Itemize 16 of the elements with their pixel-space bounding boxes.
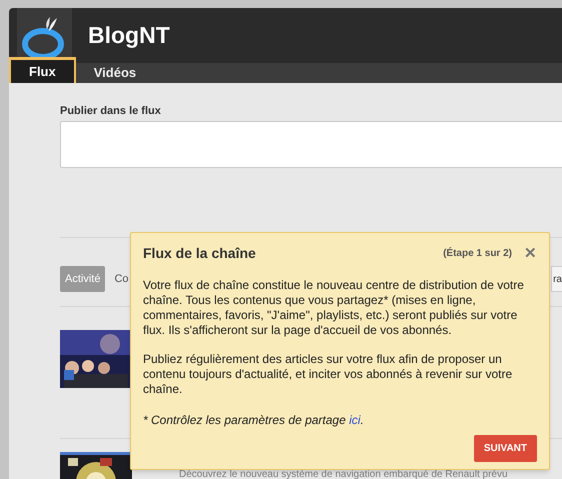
channel-name: BlogNT	[88, 21, 170, 50]
step-indicator: (Étape 1 sur 2)	[443, 246, 512, 261]
settings-link[interactable]: ici	[349, 413, 360, 427]
tab[interactable]: Vidéos	[76, 63, 154, 82]
popup-paragraph: Publiez régulièrement des articles sur votre flux afin de proposer un contenu toujours d'actualité, et inciter vos abonnés à revenir sur votre chaîne.	[143, 352, 514, 397]
sharing-note: * Contrôlez les paramètres de partage ici.	[143, 412, 365, 429]
next-button[interactable]: SUIVANT	[474, 435, 537, 462]
publish-field[interactable]	[60, 121, 562, 168]
popup-title: Flux de la chaîne	[143, 244, 256, 263]
tab[interactable]: Flux	[9, 57, 76, 82]
filter-button[interactable]: ra	[551, 266, 562, 292]
close-button[interactable]: ✕	[524, 246, 537, 261]
popup-paragraph: Votre flux de chaîne constitue le nouveau centre de distribution de votre chaîne. Tous les contenus que vous partagez* (mises en ligne, commentaires, favoris, "J'aime", playlists, etc.) seront publiés sur votre flux. Ils s'afficheront sur la page d'accueil de vos abonnés.	[143, 278, 525, 338]
video-description: Découvrez le nouveau système de navigation embarqué de Renault prévu	[179, 470, 508, 479]
publish-label: Publier dans le flux	[60, 104, 162, 118]
filter-tab[interactable]: Co	[112, 266, 131, 292]
